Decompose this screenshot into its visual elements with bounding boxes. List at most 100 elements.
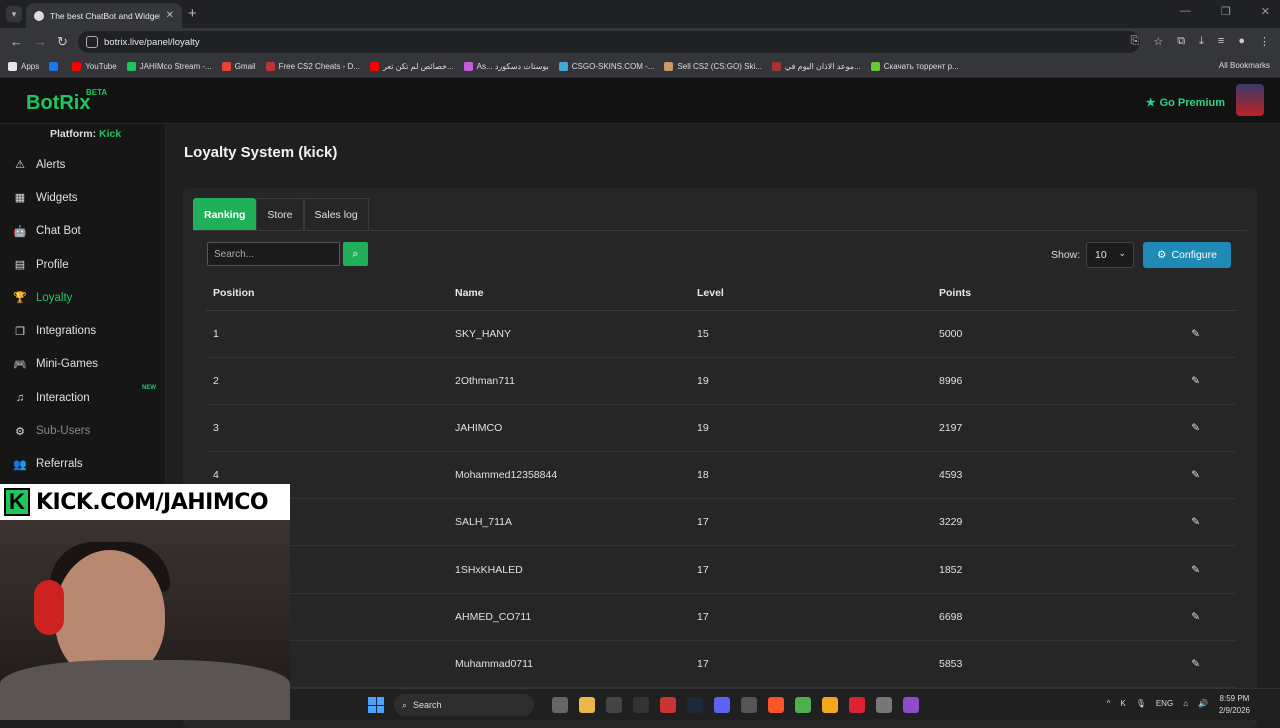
bookmark-item[interactable]: Gmail	[221, 62, 256, 71]
bookmark-item[interactable]: موعد الاذان اليوم في...	[771, 62, 861, 71]
tab-store[interactable]: Store	[256, 198, 304, 230]
main-content: Loyalty System (kick) Ranking Store Sale…	[167, 124, 1280, 728]
profile-icon[interactable]: ●	[1238, 35, 1245, 48]
app-icon[interactable]	[822, 697, 838, 713]
discord-icon[interactable]	[714, 697, 730, 713]
sidebar-item-referrals[interactable]: 👥 Referrals	[0, 448, 166, 481]
extensions-icon[interactable]: ⧉	[1177, 35, 1185, 48]
media-icon[interactable]: ≡	[1218, 35, 1224, 48]
sidebar-item-sub-users[interactable]: ⚙ Sub-Users	[0, 414, 166, 447]
settings-icon[interactable]	[876, 697, 892, 713]
new-tab-button[interactable]: +	[188, 5, 197, 22]
tab-search-button[interactable]: ▾	[6, 6, 22, 22]
maximize-icon[interactable]: ❐	[1221, 5, 1231, 18]
loyalty-card: Ranking Store Sales log ⌕ Show: 10 ⌄ ⚙ C…	[183, 188, 1257, 728]
sidebar-item-integrations[interactable]: ❐ Integrations	[0, 314, 166, 347]
table-row: 4 Mohammed12358844 18 4593 ✎	[206, 451, 1236, 500]
bookmark-item[interactable]: Sell CS2 (CS:GO) Ski...	[664, 62, 762, 71]
mic-icon[interactable]: 🎙	[1136, 699, 1146, 708]
avatar[interactable]	[1236, 84, 1264, 116]
windows-start-icon[interactable]	[368, 697, 384, 713]
column-level[interactable]: Level	[690, 276, 932, 311]
translate-icon[interactable]: ⎘	[1131, 35, 1140, 48]
interaction-icon: ♫	[15, 391, 25, 404]
sidebar-item-profile[interactable]: ▤ Profile	[0, 248, 166, 281]
chrome-icon[interactable]	[795, 697, 811, 713]
task-view-icon[interactable]	[552, 697, 568, 713]
minimize-icon[interactable]: —	[1180, 5, 1191, 18]
go-premium-button[interactable]: ★ Go Premium	[1146, 96, 1225, 110]
configure-button[interactable]: ⚙ Configure	[1143, 242, 1231, 268]
app-icon[interactable]	[903, 697, 919, 713]
column-name[interactable]: Name	[448, 276, 690, 311]
bookmark-item[interactable]: JAHIMco Stream -...	[126, 62, 212, 71]
bookmark-item[interactable]: CSGO-SKINS.COM -...	[558, 62, 654, 71]
sidebar-item-chat-bot[interactable]: 🤖 Chat Bot	[0, 215, 166, 248]
menu-icon[interactable]: ⋮	[1259, 35, 1270, 48]
github-icon[interactable]	[633, 697, 649, 713]
table-row: 1SHxKHALED 17 1852 ✎	[206, 545, 1236, 594]
botrix-logo[interactable]: BotRix BETA	[26, 88, 107, 115]
star-icon[interactable]: ☆	[1153, 35, 1163, 48]
bookmark-item[interactable]: Apps	[8, 62, 39, 71]
volume-icon[interactable]: 🔊	[1198, 699, 1208, 708]
pencil-icon[interactable]: ✎	[1191, 564, 1200, 576]
profile-icon: ▤	[14, 259, 26, 272]
app-icon[interactable]	[606, 697, 622, 713]
bookmark-item[interactable]: خصائص لم تكن تعر...	[369, 62, 454, 71]
kick-logo: K	[4, 488, 30, 516]
platform-value: Kick	[99, 128, 122, 140]
all-bookmarks-button[interactable]: All Bookmarks	[1219, 61, 1270, 70]
pencil-icon[interactable]: ✎	[1191, 469, 1200, 481]
close-window-icon[interactable]: ✕	[1261, 5, 1270, 18]
pencil-icon[interactable]: ✎	[1191, 516, 1200, 528]
table-header-row: Position Name Level Points	[206, 276, 1236, 311]
pencil-icon[interactable]: ✎	[1191, 328, 1200, 340]
cell-level: 17	[690, 498, 932, 547]
site-info-icon[interactable]	[86, 36, 98, 48]
sidebar-item-mini-games[interactable]: 🎮 Mini-Games	[0, 348, 166, 381]
url-field[interactable]: botrix.live/panel/loyalty	[78, 31, 1140, 53]
sidebar-item-interaction[interactable]: ♫ Interaction NEW	[0, 381, 166, 414]
browser-tab[interactable]: The best ChatBot and Widgets f ✕	[26, 3, 182, 28]
taskbar-search[interactable]: ⌕ Search	[394, 694, 534, 716]
pencil-icon[interactable]: ✎	[1191, 422, 1200, 434]
bookmark-item[interactable]	[49, 62, 62, 71]
sidebar-item-alerts[interactable]: ⚠ Alerts	[0, 148, 166, 181]
bookmark-item[interactable]: Free CS2 Cheats - D...	[265, 62, 360, 71]
app-icon[interactable]	[849, 697, 865, 713]
search-button[interactable]: ⌕	[343, 242, 368, 266]
bookmark-item[interactable]: As... بوستات دسكورد	[463, 62, 549, 71]
sidebar-item-loyalty[interactable]: 🏆 Loyalty	[0, 281, 166, 314]
search-input[interactable]	[207, 242, 340, 266]
column-position[interactable]: Position	[206, 276, 448, 311]
column-points[interactable]: Points	[932, 276, 1174, 311]
steam-icon[interactable]	[687, 697, 703, 713]
bookmark-icon	[870, 62, 880, 71]
tab-ranking[interactable]: Ranking	[193, 198, 257, 230]
back-icon[interactable]: ←	[10, 34, 23, 49]
pencil-icon[interactable]: ✎	[1191, 375, 1200, 387]
tab-sales-log[interactable]: Sales log	[303, 198, 369, 230]
network-icon[interactable]: ⌂	[1183, 699, 1188, 708]
download-icon[interactable]: ⤓	[1199, 35, 1204, 48]
kick-tray-icon[interactable]: K	[1120, 699, 1125, 708]
brave-icon[interactable]	[768, 697, 784, 713]
page-size-select[interactable]: 10 ⌄	[1086, 242, 1134, 268]
beta-badge: BETA	[86, 88, 108, 97]
system-clock[interactable]: 8:59 PM 2/9/2026	[1219, 693, 1250, 717]
pencil-icon[interactable]: ✎	[1191, 611, 1200, 623]
close-tab-icon[interactable]: ✕	[166, 10, 174, 21]
forward-icon[interactable]: →	[34, 34, 47, 49]
file-explorer-icon[interactable]	[579, 697, 595, 713]
bookmark-item[interactable]: YouTube	[72, 62, 117, 71]
app-icon[interactable]	[741, 697, 757, 713]
pencil-icon[interactable]: ✎	[1191, 658, 1200, 670]
reload-icon[interactable]: ↻	[57, 34, 68, 50]
sidebar-item-widgets[interactable]: ▦ Widgets	[0, 181, 166, 214]
tray-chevron-icon[interactable]: ^	[1107, 699, 1111, 708]
bookmark-item[interactable]: Скачать торрент р...	[870, 62, 959, 71]
language-indicator[interactable]: ENG	[1156, 699, 1173, 708]
clock-date: 2/9/2026	[1218, 706, 1250, 715]
app-icon[interactable]	[660, 697, 676, 713]
